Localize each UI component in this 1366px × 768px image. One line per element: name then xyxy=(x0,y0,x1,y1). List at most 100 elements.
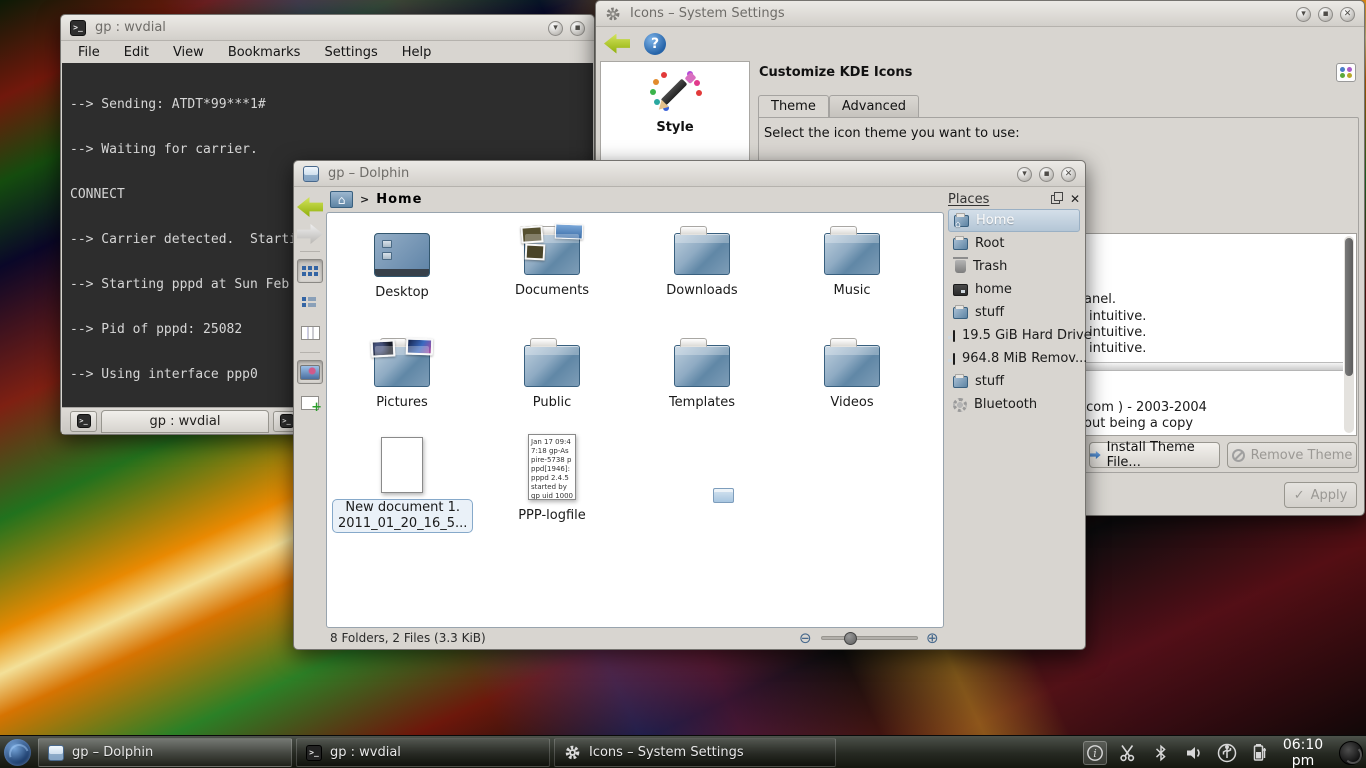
menu-help[interactable]: Help xyxy=(402,45,432,60)
file-item[interactable]: Music xyxy=(782,225,922,298)
settings-toolbar: ? ▾ xyxy=(596,27,1364,60)
volume-icon[interactable] xyxy=(1182,741,1206,765)
file-item[interactable]: Jan 17 09:47:18 gp-Aspire-5738 pppd[1946… xyxy=(482,434,622,523)
gear-icon xyxy=(953,398,967,412)
close-panel-icon[interactable]: ✕ xyxy=(1070,192,1080,206)
menu-view[interactable]: View xyxy=(173,45,204,60)
maximize-button[interactable]: ▪ xyxy=(1318,7,1333,22)
folder-icon xyxy=(524,345,580,387)
menu-edit[interactable]: Edit xyxy=(124,45,149,60)
preview-button[interactable] xyxy=(297,360,323,384)
apply-button[interactable]: ✓ Apply xyxy=(1284,482,1357,508)
notifications-info-icon[interactable]: i xyxy=(1083,741,1107,765)
place-item-bluetooth[interactable]: Bluetooth xyxy=(948,393,1080,416)
place-item-removable[interactable]: 964.8 MiB Remov... xyxy=(948,347,1080,370)
file-item[interactable]: Public xyxy=(482,337,622,410)
close-button[interactable]: ✕ xyxy=(1061,167,1076,182)
terminal-icon: >_ xyxy=(306,745,322,761)
menu-file[interactable]: File xyxy=(78,45,100,60)
place-item-stuff2[interactable]: stuff xyxy=(948,370,1080,393)
theme-list-text: anel. xyxy=(1084,292,1116,307)
forbidden-icon xyxy=(1232,449,1245,462)
kde-launcher-icon[interactable] xyxy=(4,739,31,766)
file-item[interactable]: Desktop xyxy=(332,225,472,300)
preview-icon xyxy=(300,365,320,380)
bluetooth-icon[interactable] xyxy=(1149,741,1173,765)
place-item-trash[interactable]: Trash xyxy=(948,255,1080,278)
drive-icon xyxy=(953,353,955,365)
detach-panel-icon[interactable] xyxy=(1051,195,1060,204)
terminal-tab[interactable]: gp : wvdial xyxy=(101,410,269,433)
breadcrumb-separator: > xyxy=(360,193,369,206)
file-item[interactable]: Templates xyxy=(632,337,772,410)
file-item[interactable]: Downloads xyxy=(632,225,772,298)
dolphin-titlebar[interactable]: gp – Dolphin xyxy=(294,161,1085,187)
scrollbar-thumb[interactable] xyxy=(1345,238,1353,376)
columns-view-button[interactable] xyxy=(297,321,323,345)
new-tab-button[interactable]: >_ xyxy=(70,411,97,432)
settings-titlebar[interactable]: Icons – System Settings xyxy=(596,1,1364,27)
overview-grid-icon[interactable] xyxy=(1336,63,1356,82)
folder-icon xyxy=(953,307,968,319)
file-item[interactable]: Pictures xyxy=(332,337,472,410)
terminal-titlebar[interactable]: >_ gp : wvdial xyxy=(61,15,594,41)
folder-icon xyxy=(824,345,880,387)
icons-view-icon xyxy=(302,266,306,270)
place-item-home[interactable]: ⌂ Home xyxy=(948,209,1080,232)
file-item[interactable]: Documents xyxy=(482,225,622,298)
icons-view-button[interactable] xyxy=(297,259,323,283)
drive-icon xyxy=(953,330,955,342)
folder-icon xyxy=(824,233,880,275)
minimize-button[interactable]: ▾ xyxy=(1017,167,1032,182)
usb-device-icon[interactable] xyxy=(1215,741,1239,765)
file-item[interactable]: Videos xyxy=(782,337,922,410)
plasma-cashew-icon[interactable] xyxy=(1339,741,1363,765)
zoom-out-icon[interactable]: ⊖ xyxy=(799,629,812,647)
task-system-settings[interactable]: Icons – System Settings xyxy=(554,738,836,767)
split-view-icon xyxy=(301,396,319,410)
theme-list-text: intuitive. xyxy=(1089,325,1146,340)
scrollbar[interactable] xyxy=(1344,236,1354,433)
place-item-hard-drive[interactable]: 19.5 GiB Hard Drive xyxy=(948,324,1080,347)
maximize-button[interactable]: ▪ xyxy=(1039,167,1054,182)
klipper-scissors-icon[interactable] xyxy=(1116,741,1140,765)
places-panel: Places ✕ ⌂ Home Root Trash home xyxy=(948,189,1080,416)
split-view-button[interactable] xyxy=(297,391,323,415)
tab-theme[interactable]: Theme xyxy=(758,95,829,118)
task-dolphin[interactable]: gp – Dolphin xyxy=(38,738,292,767)
terminal-menubar: File Edit View Bookmarks Settings Help xyxy=(61,41,594,63)
menu-settings[interactable]: Settings xyxy=(324,45,377,60)
close-button[interactable]: ✕ xyxy=(1340,7,1355,22)
taskbar: gp – Dolphin >_ gp : wvdial Icons – Syst… xyxy=(0,735,1366,768)
place-item-home-partition[interactable]: home xyxy=(948,278,1080,301)
home-folder-icon[interactable]: ⌂ xyxy=(330,191,353,208)
clock[interactable]: 06:10 pm Sun, 6 Feb xyxy=(1272,737,1334,768)
folder-icon xyxy=(674,345,730,387)
dolphin-icon xyxy=(303,166,319,182)
help-icon[interactable]: ? xyxy=(644,33,666,55)
tab-advanced[interactable]: Advanced xyxy=(829,95,919,118)
drive-icon xyxy=(953,284,968,296)
sidebar-item-style[interactable]: Style xyxy=(601,70,749,135)
back-arrow-icon[interactable] xyxy=(604,34,630,54)
install-theme-button[interactable]: Install Theme File... xyxy=(1089,442,1220,468)
minimize-button[interactable]: ▾ xyxy=(548,21,563,36)
back-arrow-icon[interactable] xyxy=(297,197,323,217)
details-view-button[interactable] xyxy=(297,290,323,314)
file-view[interactable]: Desktop Documents Downloads Music xyxy=(326,212,944,628)
zoom-slider-handle[interactable] xyxy=(844,632,857,645)
task-wvdial[interactable]: >_ gp : wvdial xyxy=(296,738,550,767)
breadcrumb-home[interactable]: Home xyxy=(376,192,422,207)
zoom-in-icon[interactable]: ⊕ xyxy=(926,629,939,647)
folder-icon xyxy=(674,233,730,275)
forward-arrow-icon[interactable] xyxy=(297,224,323,244)
battery-icon[interactable] xyxy=(1248,741,1272,765)
place-item-stuff[interactable]: stuff xyxy=(948,301,1080,324)
file-item-selected[interactable]: New document 1. 2011_01_20_16_5... xyxy=(332,437,472,533)
place-item-root[interactable]: Root xyxy=(948,232,1080,255)
menu-bookmarks[interactable]: Bookmarks xyxy=(228,45,301,60)
maximize-button[interactable]: ▪ xyxy=(570,21,585,36)
zoom-slider[interactable] xyxy=(821,636,918,640)
minimize-button[interactable]: ▾ xyxy=(1296,7,1311,22)
remove-theme-button[interactable]: Remove Theme xyxy=(1227,442,1357,468)
